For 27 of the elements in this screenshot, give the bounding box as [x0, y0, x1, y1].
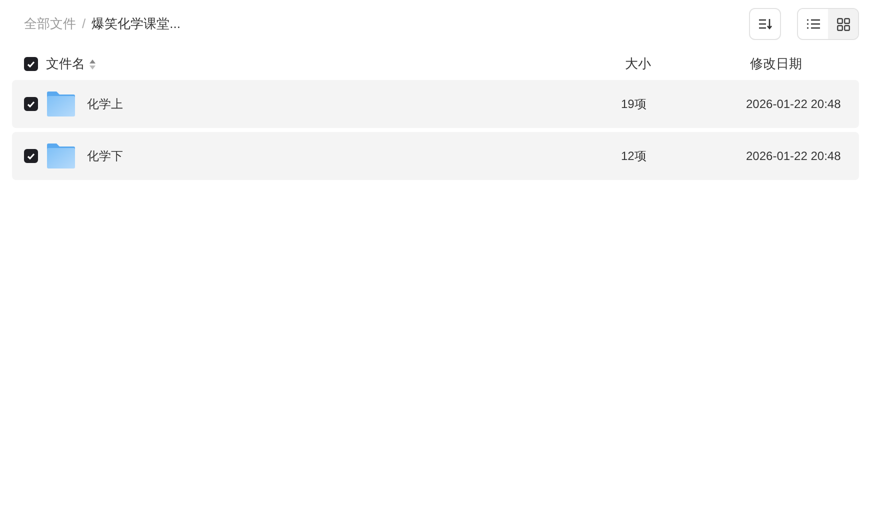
sort-icon — [758, 18, 772, 30]
check-icon — [27, 100, 35, 108]
folder-icon — [46, 91, 76, 117]
item-count: 19项 — [621, 97, 646, 111]
item-count: 12项 — [621, 149, 646, 163]
file-row[interactable]: 化学下 12项 2026-01-22 20:48 — [12, 132, 859, 180]
column-header: 大小 — [625, 56, 651, 72]
modified-date: 2026-01-22 20:48 — [746, 149, 841, 163]
folder-name[interactable]: 化学下 — [87, 147, 123, 165]
row-checkbox[interactable] — [24, 149, 38, 163]
select-all-checkbox[interactable] — [24, 57, 38, 71]
folder-name[interactable]: 化学上 — [87, 95, 123, 113]
row-checkbox[interactable] — [24, 97, 38, 111]
check-icon — [27, 152, 35, 160]
modified-date: 2026-01-22 20:48 — [746, 97, 841, 111]
grid-view-icon — [836, 18, 850, 30]
list-view-icon — [806, 19, 820, 29]
sort-toggle-icon[interactable] — [89, 58, 96, 70]
breadcrumb-separator: / — [82, 15, 86, 34]
file-row[interactable]: 化学上 19项 2026-01-22 20:48 — [12, 80, 859, 128]
current-folder-crumb: 爆笑化学课堂... — [92, 15, 180, 34]
grid-view-button[interactable] — [828, 9, 858, 39]
column-header: 修改日期 — [750, 56, 802, 72]
column-header[interactable]: 文件名 — [46, 54, 85, 74]
check-icon — [27, 60, 35, 68]
folder-icon — [46, 143, 76, 169]
sort-button[interactable] — [749, 8, 781, 40]
